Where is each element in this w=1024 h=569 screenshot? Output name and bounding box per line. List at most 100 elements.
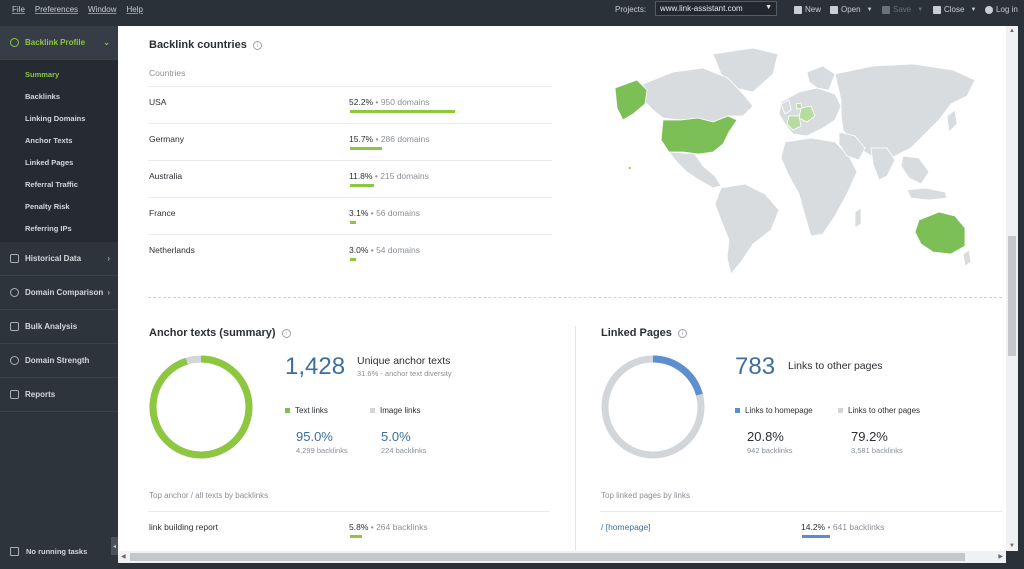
other-pages-backlinks: 3,581 backlinks	[851, 446, 903, 455]
comparison-icon	[10, 288, 19, 297]
sidebar-item-backlink-profile[interactable]: Backlink Profile ⌄	[0, 26, 118, 60]
sidebar-subitem-summary[interactable]: Summary	[0, 63, 118, 85]
close-button[interactable]: Close ▼	[933, 5, 976, 14]
new-file-icon	[794, 5, 802, 14]
main-content: Backlink countries i Countries USA 52.2% •…	[118, 26, 1006, 551]
country-row[interactable]: Netherlands 3.0% • 54 domains	[148, 234, 552, 271]
donut-value-arc	[149, 355, 253, 459]
map-mexico	[668, 151, 722, 189]
close-button-label: Close	[944, 5, 965, 14]
task-status[interactable]: No running tasks	[10, 547, 87, 556]
close-icon	[933, 5, 941, 14]
linked-backlinks: 641 backlinks	[832, 522, 885, 532]
text-links-backlinks: 4,299 backlinks	[296, 446, 348, 455]
chevron-right-icon: ›	[107, 254, 110, 263]
sidebar-subitem-linked-pages[interactable]: Linked Pages	[0, 151, 118, 173]
new-button[interactable]: New	[794, 5, 821, 14]
anchor-donut-chart	[149, 355, 253, 459]
open-button[interactable]: Open ▼	[830, 5, 873, 14]
chevron-down-icon: ▼	[866, 6, 873, 13]
sidebar-subitem-linking-domains[interactable]: Linking Domains	[0, 107, 118, 129]
country-stat: 3.0% • 54 domains	[349, 245, 421, 255]
world-map[interactable]	[603, 44, 983, 280]
text-links-pct: 95.0%	[296, 429, 333, 444]
country-name: Germany	[149, 134, 184, 144]
sidebar-item-domain-comparison[interactable]: Domain Comparison ›	[0, 276, 118, 310]
link-icon	[10, 38, 19, 47]
login-button[interactable]: Log in	[985, 5, 1018, 14]
horizontal-scrollbar[interactable]: ◀ ▶	[118, 551, 1006, 563]
sidebar-subitem-penalty-risk[interactable]: Penalty Risk	[0, 195, 118, 217]
anchor-pct: 5.8%	[349, 522, 369, 532]
column-divider	[575, 326, 576, 551]
sidebar-subitem-referral-traffic[interactable]: Referral Traffic	[0, 173, 118, 195]
country-row[interactable]: France 3.1% • 56 domains	[148, 197, 552, 234]
image-links-pct: 5.0%	[381, 429, 411, 444]
country-pct: 11.8%	[349, 171, 373, 181]
list-item[interactable]: link building report 5.8% • 264 backlink…	[148, 511, 550, 541]
sidebar-item-historical-data[interactable]: Historical Data ›	[0, 242, 118, 276]
country-pct: 3.0%	[349, 245, 369, 255]
country-name: France	[149, 208, 176, 218]
menu-file[interactable]: File	[12, 5, 25, 14]
user-icon	[985, 5, 993, 14]
anchor-diversity: 31.6% - anchor text diversity	[357, 369, 452, 378]
legend-text-links: Text links	[285, 406, 328, 415]
homepage-backlinks: 942 backlinks	[747, 446, 793, 455]
anchor-text: link building report	[149, 522, 218, 532]
chevron-down-icon: ▼	[970, 6, 977, 13]
backlink-countries-title: Backlink countries i	[149, 39, 262, 51]
sidebar-item-domain-strength[interactable]: Domain Strength	[0, 344, 118, 378]
anchor-bar	[350, 535, 362, 538]
gauge-icon	[10, 356, 19, 365]
menu-bar: File Preferences Window Help	[12, 5, 143, 14]
anchor-count: 1,428	[285, 353, 346, 380]
legend-label: Text links	[295, 406, 328, 415]
legend-swatch	[370, 408, 375, 413]
report-icon	[10, 390, 19, 399]
country-row[interactable]: Australia 11.8% • 215 domains	[148, 160, 552, 197]
sidebar-item-bulk-analysis[interactable]: Bulk Analysis	[0, 310, 118, 344]
save-button[interactable]: Save ▼	[882, 5, 923, 14]
scroll-left-icon[interactable]: ◀	[121, 553, 126, 560]
image-links-backlinks: 224 backlinks	[381, 446, 427, 455]
scroll-up-icon[interactable]: ▲	[1009, 28, 1015, 34]
sidebar-item-label: Reports	[25, 390, 56, 399]
linked-page-link[interactable]: / [homepage]	[601, 522, 651, 532]
menu-window[interactable]: Window	[88, 5, 116, 14]
sidebar-item-reports[interactable]: Reports	[0, 378, 118, 412]
sidebar-subitem-anchor-texts[interactable]: Anchor Texts	[0, 129, 118, 151]
map-scandinavia	[806, 65, 836, 91]
sidebar-subitem-referring-ips[interactable]: Referring IPs	[0, 217, 118, 239]
menu-preferences[interactable]: Preferences	[35, 5, 78, 14]
country-name: Netherlands	[149, 245, 195, 255]
linked-pct: 14.2%	[801, 522, 826, 532]
info-icon[interactable]: i	[252, 41, 262, 50]
sidebar-collapse-button[interactable]: ◂	[111, 537, 118, 555]
sidebar-item-label: Backlink Profile	[25, 38, 86, 47]
country-bar	[350, 147, 382, 150]
scrollbar-thumb[interactable]	[130, 553, 965, 561]
tasks-icon	[10, 547, 19, 556]
country-bar	[350, 184, 374, 187]
scroll-right-icon[interactable]: ▶	[998, 553, 1003, 560]
homepage-pct: 20.8%	[747, 429, 784, 444]
projects-label: Projects:	[615, 5, 647, 14]
linked-bar	[802, 535, 831, 538]
project-select[interactable]: www.link-assistant.com ▼	[655, 1, 777, 16]
menu-help[interactable]: Help	[126, 5, 142, 14]
sidebar-subitem-backlinks[interactable]: Backlinks	[0, 85, 118, 107]
map-madagascar	[854, 207, 862, 229]
top-linked-title: Top linked pages by links	[601, 491, 690, 500]
chevron-down-icon: ▼	[917, 6, 924, 13]
country-row[interactable]: USA 52.2% • 950 domains	[148, 86, 552, 123]
scroll-down-icon[interactable]: ▼	[1009, 543, 1015, 549]
info-icon[interactable]: i	[281, 329, 291, 338]
vertical-scrollbar[interactable]: ▲ ▼	[1006, 26, 1018, 551]
top-anchor-title: Top anchor / all texts by backlinks	[149, 491, 269, 500]
calendar-icon	[10, 254, 19, 263]
scrollbar-thumb[interactable]	[1008, 236, 1016, 356]
list-item[interactable]: / [homepage] 14.2% • 641 backlinks	[600, 511, 1002, 541]
country-row[interactable]: Germany 15.7% • 286 domains	[148, 123, 552, 160]
info-icon[interactable]: i	[677, 329, 687, 338]
